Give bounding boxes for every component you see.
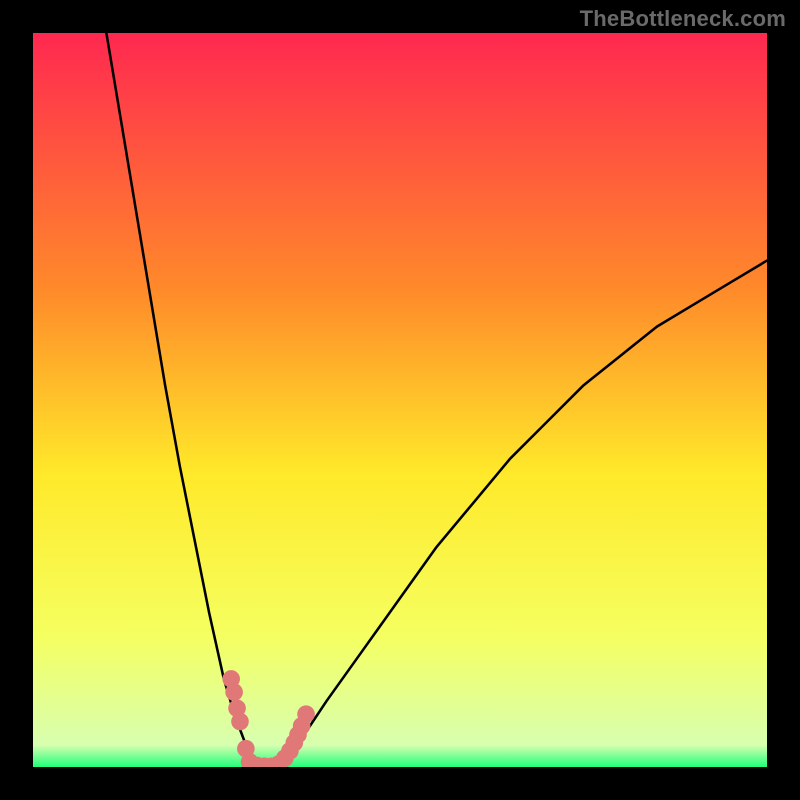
marker-dot <box>231 713 249 731</box>
bottleneck-chart <box>33 33 767 767</box>
marker-dot <box>297 705 315 723</box>
gradient-background <box>33 33 767 767</box>
watermark-text: TheBottleneck.com <box>580 6 786 32</box>
outer-frame: TheBottleneck.com <box>0 0 800 800</box>
marker-dot <box>225 683 243 701</box>
plot-area <box>33 33 767 767</box>
